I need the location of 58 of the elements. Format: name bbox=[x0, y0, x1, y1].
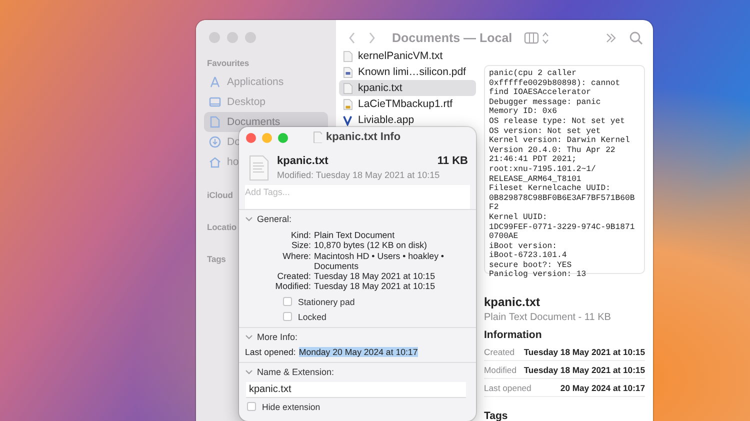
field-label: Last opened: bbox=[245, 346, 296, 357]
field-value: 10,870 bytes (12 KB on disk) bbox=[314, 240, 428, 251]
info-label: Created bbox=[484, 346, 515, 356]
checkbox-label: Stationery pad bbox=[298, 296, 355, 307]
window-title: kpanic.txt Info bbox=[326, 131, 401, 143]
section-heading: Name & Extension: bbox=[257, 366, 334, 377]
field-label: Modified: bbox=[274, 281, 311, 292]
field-value: Plain Text Document bbox=[314, 230, 396, 240]
field-value: Tuesday 18 May 2021 at 10:15 bbox=[314, 281, 436, 292]
preview-line: Kernel UUID: bbox=[489, 212, 548, 222]
preview-line: panic(cpu 2 caller bbox=[489, 69, 578, 79]
file-name: kpanic.txt bbox=[277, 155, 328, 167]
preview-line: 1DC99FEF-0771-3229-974C-9B1871 bbox=[489, 222, 636, 232]
preview-line: Version 20.4.0: Thu Apr 22 bbox=[489, 146, 616, 156]
preview-line: root:xnu-7195.101.2~1/ bbox=[489, 164, 597, 175]
sidebar-heading: iCloud bbox=[207, 190, 233, 200]
sidebar-heading: Favourites bbox=[207, 58, 249, 68]
section-heading: More Info: bbox=[257, 332, 298, 342]
sidebar-heading: Tags bbox=[207, 254, 226, 264]
preview-line: OS release type: Not set yet bbox=[489, 116, 626, 127]
preview-line: Paniclog version: 13 bbox=[489, 270, 588, 280]
preview-line: 0xfffffe0029b80898): cannot bbox=[489, 78, 622, 88]
section-heading: General: bbox=[257, 214, 292, 224]
field-label: Where: bbox=[282, 250, 311, 263]
preview-line: iBoot version: bbox=[489, 242, 558, 251]
info-value: Tuesday 18 May 2021 at 10:15 bbox=[524, 364, 645, 374]
preview-line: 0B829878C98BF0B6E3AF7BF571B60B bbox=[489, 194, 636, 204]
preview-line: Memory ID: 0x6 bbox=[489, 107, 558, 117]
file-name: kpanic.txt bbox=[484, 295, 542, 309]
preview-line: Kernel version: Darwin Kernel bbox=[489, 136, 631, 146]
preview-line: RELEASE_ARM64_T8101 bbox=[489, 174, 582, 184]
preview-line: F2 bbox=[489, 203, 500, 213]
info-label: Modified bbox=[484, 364, 516, 374]
info-value: Tuesday 18 May 2021 at 10:15 bbox=[524, 346, 645, 356]
preview-line: 21:46:41 PDT 2021; bbox=[489, 155, 578, 165]
preview-line: find IOAESAccelerator bbox=[489, 88, 592, 98]
preview-line: Fileset Kernelcache UUID: bbox=[489, 184, 612, 194]
field-value: Tuesday 18 May 2021 at 10:15 bbox=[314, 271, 436, 282]
section-heading: Tags bbox=[484, 410, 509, 421]
modified-date: Modified: Tuesday 18 May 2021 at 10:15 bbox=[277, 170, 441, 180]
preview-line: 0700AE bbox=[489, 232, 520, 242]
checkbox-label: Hide extension bbox=[262, 402, 320, 412]
field-label: Kind: bbox=[290, 230, 311, 240]
info-value: 20 May 2024 at 10:17 bbox=[560, 382, 645, 392]
preview-line: secure boot?: YES bbox=[489, 260, 573, 270]
checkbox-label: Locked bbox=[298, 312, 326, 322]
sidebar-heading: Locatio bbox=[207, 222, 237, 232]
field-label: Created: bbox=[276, 271, 311, 282]
preview-line: Debugger message: panic bbox=[489, 98, 602, 108]
section-heading: Information bbox=[484, 329, 543, 341]
preview-line: iBoot-6723.101.4 bbox=[489, 251, 568, 261]
info-label: Last opened bbox=[484, 382, 532, 392]
file-kind: Plain Text Document - 11 KB bbox=[484, 312, 612, 323]
field-label: Size: bbox=[290, 240, 311, 251]
preview-line: OS version: Not set yet bbox=[489, 126, 602, 136]
window-title: Documents — Local bbox=[392, 31, 512, 45]
field-value: Macintosh HD • Users • hoakley • Documents bbox=[314, 250, 445, 272]
file-size: 11 KB bbox=[437, 155, 468, 167]
